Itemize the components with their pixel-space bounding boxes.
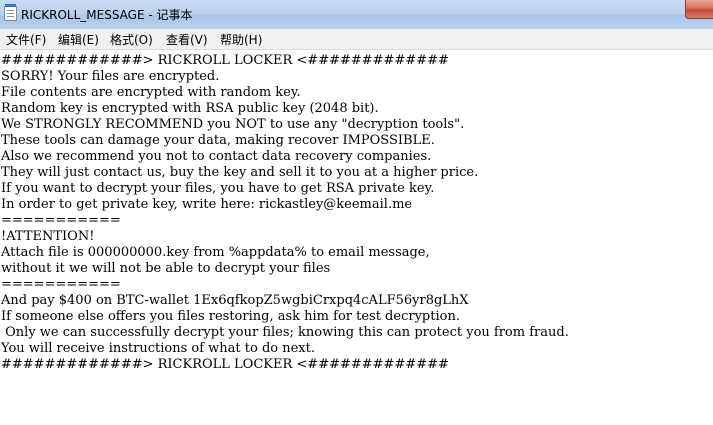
text-line: =========== bbox=[1, 213, 121, 228]
text-line: They will just contact us, buy the key a… bbox=[1, 165, 479, 180]
title-bar[interactable]: RICKROLL_MESSAGE - 记事本 bbox=[0, 0, 713, 30]
text-line: If you want to decrypt your files, you h… bbox=[1, 181, 435, 196]
text-line: Only we can successfully decrypt your fi… bbox=[1, 325, 569, 340]
notepad-app-icon[interactable] bbox=[4, 4, 17, 21]
text-line: SORRY! Your files are encrypted. bbox=[1, 69, 220, 84]
menu-format[interactable]: 格式(O) bbox=[108, 31, 155, 48]
text-line: #############> RICKROLL LOCKER <########… bbox=[1, 357, 449, 372]
text-line: #############> RICKROLL LOCKER <########… bbox=[1, 53, 449, 68]
menu-bar: 文件(F) 编辑(E) 格式(O) 查看(V) 帮助(H) bbox=[0, 29, 713, 50]
text-line: If someone else offers you files restori… bbox=[1, 309, 460, 324]
text-line: Attach file is 000000000.key from %appda… bbox=[1, 245, 430, 260]
text-line: =========== bbox=[1, 277, 121, 292]
text-line: These tools can damage your data, making… bbox=[1, 133, 435, 148]
menu-help[interactable]: 帮助(H) bbox=[218, 31, 264, 48]
menu-edit[interactable]: 编辑(E) bbox=[56, 31, 101, 48]
text-line: We STRONGLY RECOMMEND you NOT to use any… bbox=[1, 117, 465, 132]
menu-view[interactable]: 查看(V) bbox=[164, 31, 210, 48]
menu-file[interactable]: 文件(F) bbox=[4, 31, 48, 48]
text-line: without it we will not be able to decryp… bbox=[1, 261, 331, 276]
close-button[interactable] bbox=[685, 0, 713, 19]
text-line: And pay $400 on BTC-wallet 1Ex6qfkopZ5wg… bbox=[1, 293, 469, 308]
text-line: In order to get private key, write here:… bbox=[1, 197, 413, 212]
text-line: Random key is encrypted with RSA public … bbox=[1, 101, 379, 116]
text-line: You will receive instructions of what to… bbox=[1, 341, 315, 356]
text-line: !ATTENTION! bbox=[1, 229, 95, 244]
window-title: RICKROLL_MESSAGE - 记事本 bbox=[21, 8, 193, 22]
text-line: Also we recommend you not to contact dat… bbox=[1, 149, 432, 164]
text-editor-area[interactable]: #############> RICKROLL LOCKER <########… bbox=[0, 50, 713, 425]
notepad-window: RICKROLL_MESSAGE - 记事本 文件(F) 编辑(E) 格式(O)… bbox=[0, 0, 713, 425]
text-line: File contents are encrypted with random … bbox=[1, 85, 301, 100]
